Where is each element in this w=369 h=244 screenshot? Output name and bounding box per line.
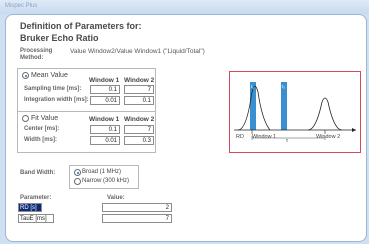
width-label: Width [ms]:: [24, 137, 57, 143]
title-bar: Mispec Plus: [0, 0, 369, 14]
mean-col-window1: Window 1: [89, 77, 120, 84]
fit-col-window1: Window 1: [89, 116, 120, 123]
fit-value-label: Fit Value: [31, 115, 59, 122]
method-label: Processing Method:: [20, 48, 53, 61]
mean-col-window2: Window 2: [124, 77, 155, 84]
rd-label: RD: [236, 134, 244, 140]
window2-label: Window 2: [316, 134, 341, 140]
tau-label: τ: [286, 138, 288, 144]
fit-col-window2: Window 2: [124, 116, 155, 123]
bandwidth-group: Broad (1 MHz) Narrow (300 kHz): [69, 165, 139, 189]
fit-value-group: Fit Value Window 1 Window 2 Center [ms]:…: [17, 111, 156, 153]
param-name-rd[interactable]: RD [s]: [18, 203, 42, 212]
value-col-header: Value:: [107, 195, 125, 201]
mean-value-radio[interactable]: [22, 72, 29, 79]
integration-width-label: Integration width [ms]:: [24, 97, 89, 103]
center-w1-input[interactable]: 0.1: [90, 125, 120, 134]
t1-label: t₁: [251, 84, 254, 89]
width-w2-input[interactable]: 0.3: [124, 136, 154, 145]
sampling-time-w2-input[interactable]: 7: [124, 85, 154, 94]
sampling-time-label: Sampling time [ms]:: [24, 86, 82, 92]
window1-label: Window 1: [252, 134, 277, 140]
axis-arrowhead: [352, 128, 356, 132]
sampling-time-w1-input[interactable]: 0.1: [90, 85, 120, 94]
narrow-radio[interactable]: [74, 178, 81, 185]
window1-bar-right: [281, 82, 287, 130]
integration-width-w1-input[interactable]: 0.01: [90, 96, 120, 105]
header-title: Definition of Parameters for:: [20, 21, 142, 31]
mean-value-group: Mean Value Window 1 Window 2 Sampling ti…: [17, 68, 156, 112]
parameter-col-header: Parameter:: [20, 195, 52, 201]
method-value: Value Window2/Value Window1 ("Liquid/Tot…: [70, 48, 205, 55]
parameters-panel: Definition of Parameters for: Bruker Ech…: [5, 14, 367, 242]
broad-label: Broad (1 MHz): [82, 169, 122, 175]
param-value-rd[interactable]: 2: [102, 203, 172, 212]
header-subtitle: Bruker Echo Ratio: [20, 33, 99, 43]
app-title: Mispec Plus: [5, 3, 38, 9]
center-label: Center [ms]:: [24, 126, 60, 132]
mean-value-label: Mean Value: [31, 72, 68, 79]
echo-diagram-graphic: [234, 82, 356, 140]
bandwidth-label: Band Width:: [20, 170, 56, 176]
t2-label: t₂: [282, 84, 285, 89]
param-value-taue[interactable]: 7: [102, 214, 172, 223]
width-w1-input[interactable]: 0.01: [90, 136, 120, 145]
broad-radio[interactable]: [74, 169, 81, 176]
integration-width-w2-input[interactable]: 0.1: [124, 96, 154, 105]
center-w2-input[interactable]: 7: [124, 125, 154, 134]
narrow-label: Narrow (300 kHz): [82, 178, 130, 184]
fit-value-radio[interactable]: [22, 115, 29, 122]
pulse-diagram: RD Window 1 Window 2 t₁ t₂ τ: [229, 71, 361, 153]
param-name-taue[interactable]: TauE [ms]: [18, 214, 54, 223]
echo-curve: [307, 97, 343, 131]
